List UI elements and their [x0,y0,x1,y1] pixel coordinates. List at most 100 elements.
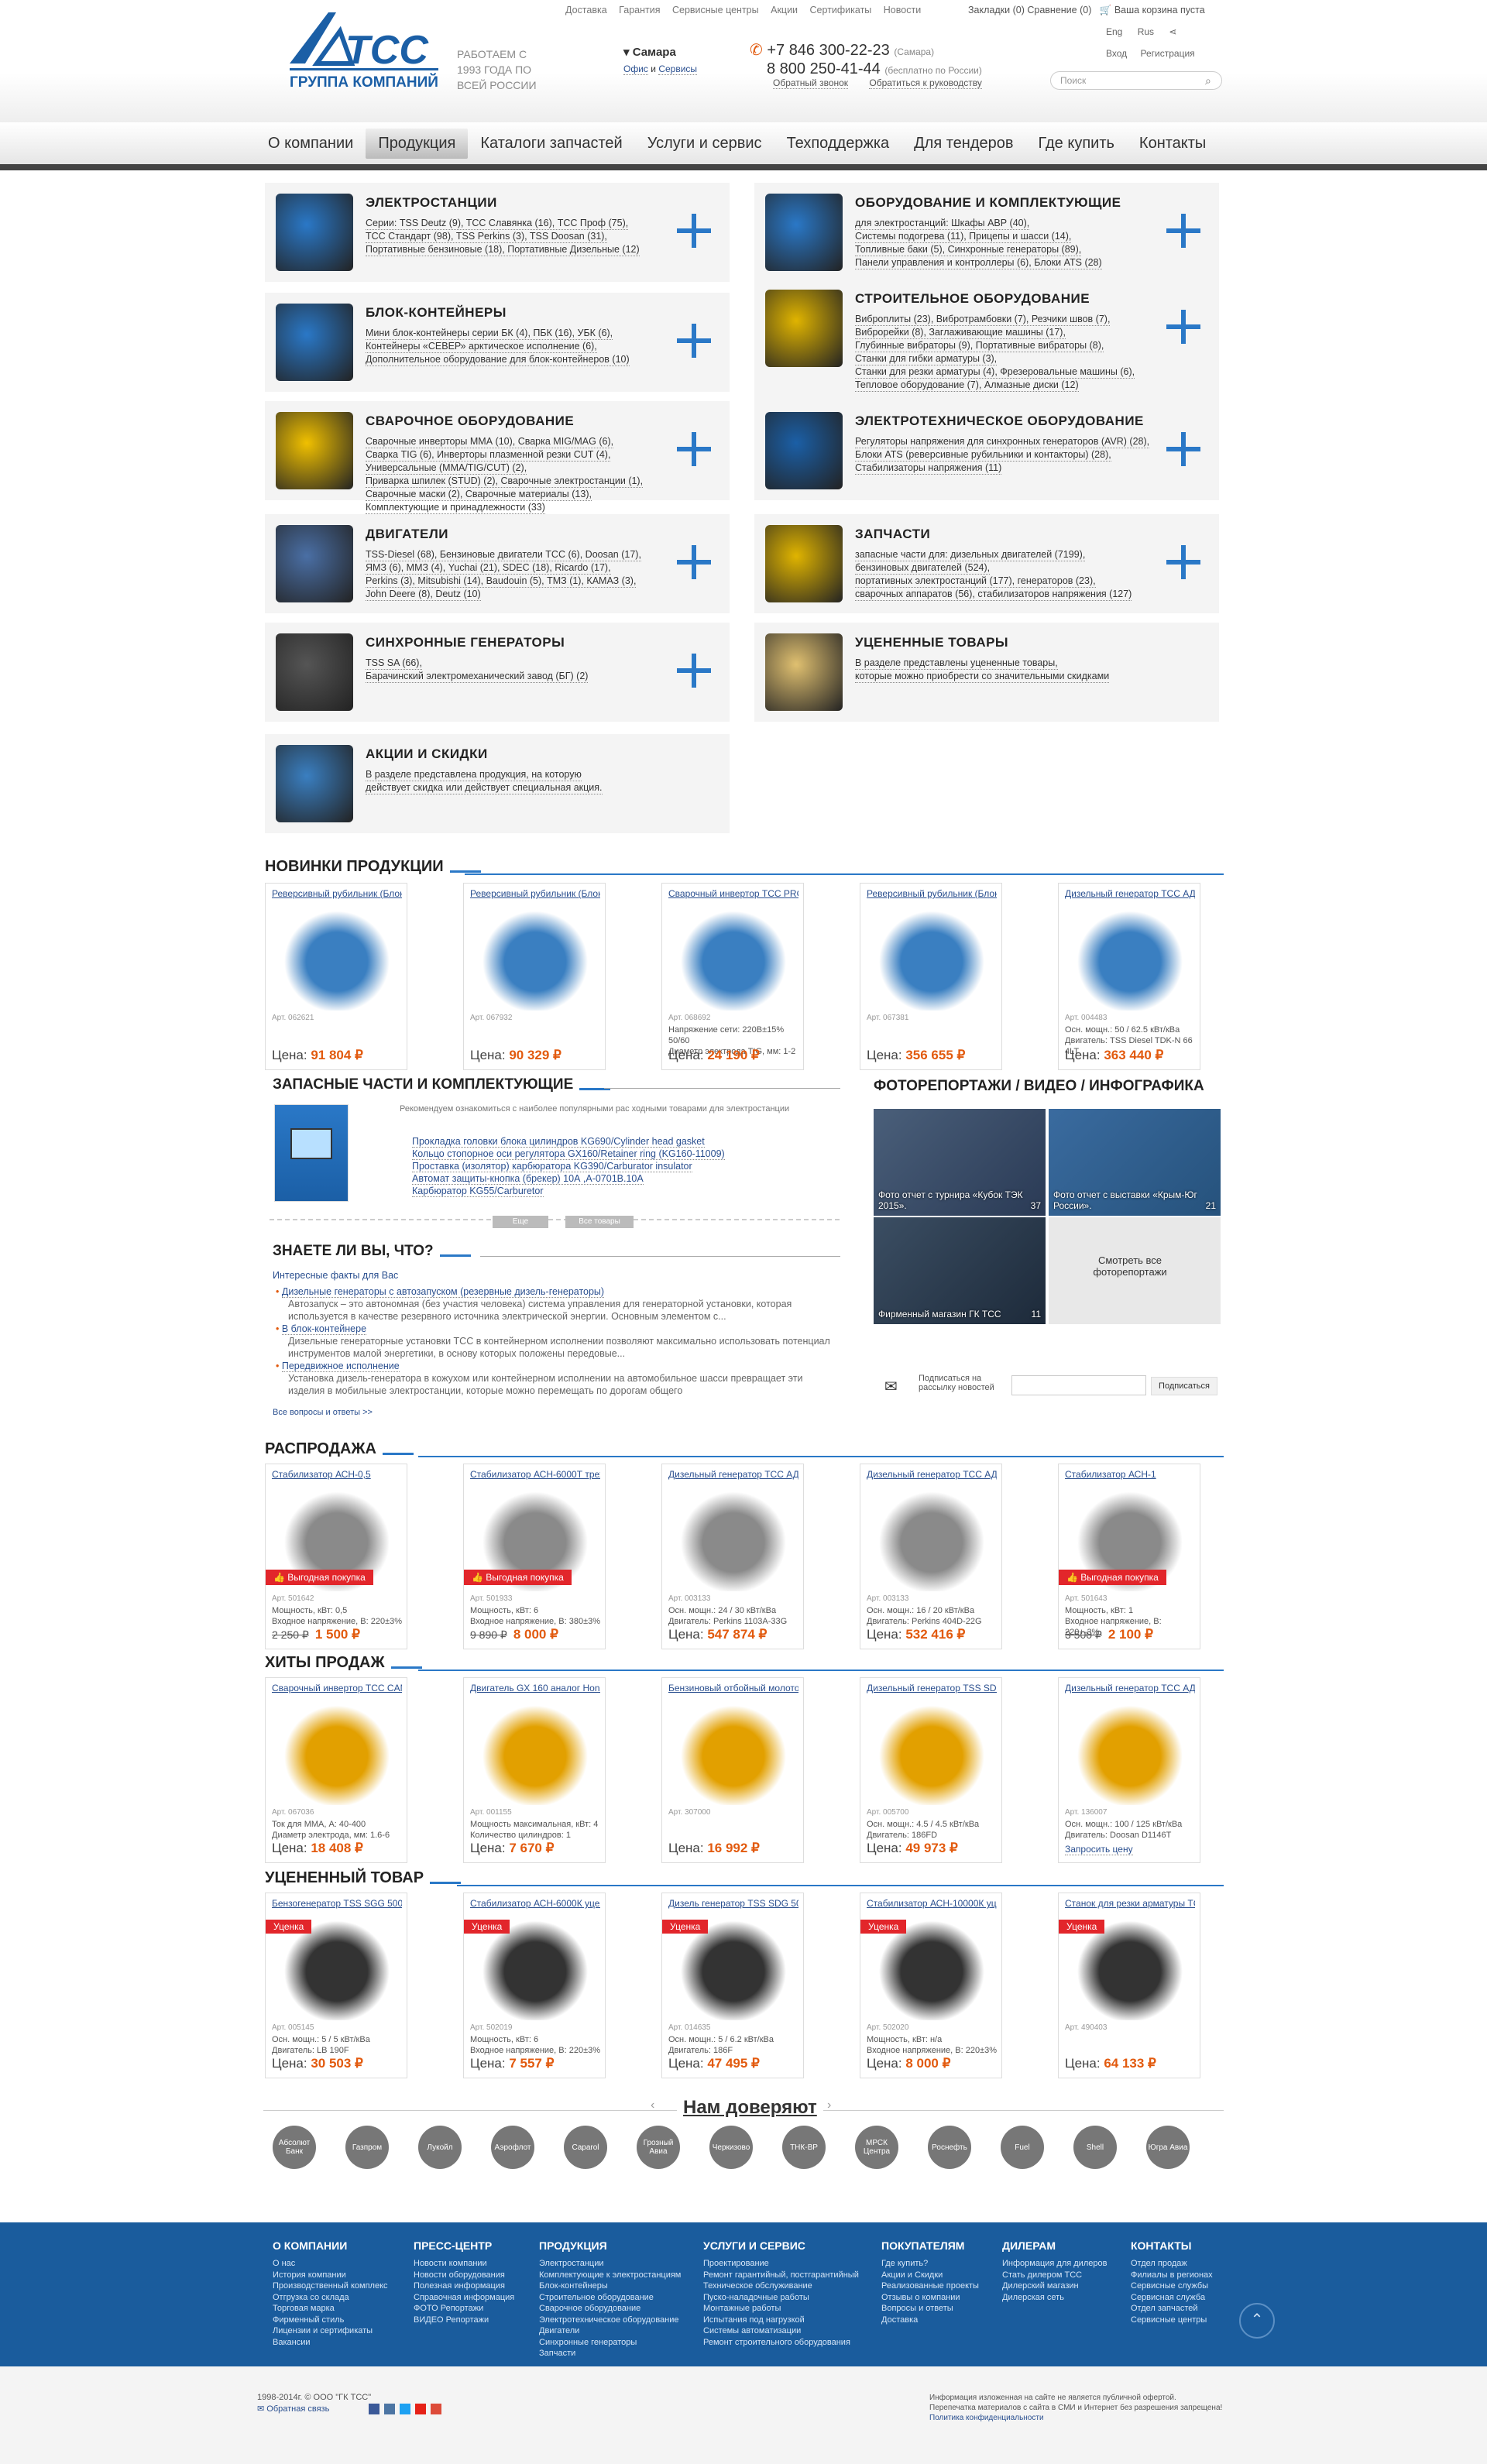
services-link[interactable]: Сервисы [658,63,698,75]
menu-parts-catalogs[interactable]: Каталоги запчастей [468,129,634,159]
cart-icon[interactable]: 🛒 [1100,5,1112,15]
category-link[interactable]: которые можно приобрести со значительным… [855,670,1110,683]
category-card[interactable]: Запчасти запасные части для: дизельных дв… [754,514,1219,613]
footer-link[interactable]: Стать дилером ТСС [1002,2270,1107,2281]
product-card[interactable]: Реверсивный рубильник (Блок АТ... Арт. 06… [265,883,407,1070]
product-image[interactable] [473,902,597,1011]
footer-link[interactable]: Сервисная служба [1131,2292,1213,2304]
product-card[interactable]: Реверсивный рубильник (Блок АТ... Арт. 06… [463,883,606,1070]
phone-2[interactable]: 8 800 250-41-44 [767,60,881,77]
partner-logo[interactable]: Югра Авиа [1146,2126,1190,2169]
footer-link[interactable]: Техническое обслуживание [703,2280,859,2292]
category-image[interactable] [276,304,353,381]
product-card[interactable]: Сварочный инвертор ТСС PRO Арт. 068692 Нап… [661,883,804,1070]
category-image[interactable] [765,194,843,271]
category-title[interactable]: Электростанции [366,195,497,211]
category-image[interactable] [765,290,843,367]
footer-link[interactable]: Двигатели [539,2325,681,2337]
product-card[interactable]: Двигатель GX 160 аналог Honda... Арт. 001… [463,1677,606,1863]
category-card[interactable]: Двигатели TSS-Diesel (68), Бензиновые дви… [265,514,730,613]
product-card[interactable]: Станок для резки арматуры ТСС-... Уценка А… [1058,1893,1200,2078]
category-link[interactable]: Виброплиты (23), Вибротрамбовки (7), Рез… [855,313,1111,326]
spare-link[interactable]: Кольцо стопорное оси регулятора GX160/Re… [412,1148,725,1160]
category-link[interactable]: Универсальные (MMA/TIG/CUT) (2), [366,462,527,475]
trust-prev-icon[interactable]: ‹ [651,2099,654,2112]
menu-support[interactable]: Техподдержка [774,129,902,159]
category-link[interactable]: Мини блок-контейнеры серии БК (4), ПБК (… [366,327,613,340]
product-card[interactable]: Стабилизатор АСН-6000Т трехфа... 👍 Выгодн… [463,1464,606,1649]
topnav-news[interactable]: Новости [884,5,921,15]
category-image[interactable] [276,745,353,822]
category-link[interactable]: Станки для гибки арматуры (3), [855,352,998,365]
footer-link[interactable]: Акции и Скидки [881,2270,979,2281]
cart-link[interactable]: Ваша корзина пуста [1114,5,1205,15]
company-logo[interactable]: ТСС ГРУППА КОМПАНИЙ [282,9,445,94]
category-title[interactable]: Оборудование и комплектующие [855,195,1121,211]
footer-link[interactable]: Вакансии [273,2337,388,2349]
footer-link[interactable]: Дилерский магазин [1002,2280,1107,2292]
footer-link[interactable]: Сварочное оборудование [539,2303,681,2315]
management-link[interactable]: Обратиться к руководству [869,77,982,89]
category-card[interactable]: Сварочное оборудование Сварочные инвертор… [265,401,730,514]
login-link[interactable]: Вход [1106,48,1127,59]
office-link[interactable]: Офис [623,63,648,75]
compare-link[interactable]: Сравнение (0) [1027,5,1091,15]
menu-contacts[interactable]: Контакты [1127,129,1218,159]
category-link[interactable]: Сварочные маски (2), Сварочные материалы… [366,488,592,501]
partner-logo[interactable]: Грозный Авиа [637,2126,680,2169]
footer-link[interactable]: Запчасти [539,2348,681,2359]
footer-link[interactable]: Сервисные службы [1131,2280,1213,2292]
footer-link[interactable]: Где купить? [881,2258,979,2270]
category-link[interactable]: Сварка TIG (6), Инверторы плазменной рез… [366,448,611,462]
footer-link[interactable]: Филиалы в регионах [1131,2270,1213,2281]
product-name-link[interactable]: Дизельный генератор TSS SDG 4500E... [867,1683,997,1694]
scroll-top-icon[interactable]: ⌃ [1239,2303,1275,2339]
search-icon[interactable]: ⌕ [1205,74,1211,88]
product-image[interactable] [275,902,399,1011]
partner-logo[interactable]: Caparol [564,2126,607,2169]
footer-link[interactable]: Пуско-наладочные работы [703,2292,859,2304]
footer-link[interactable]: Полезная информация [414,2280,514,2292]
product-name-link[interactable]: Реверсивный рубильник (Блок АТ... [867,888,997,899]
product-card[interactable]: Стабилизатор АСН-0,5 👍 Выгодная покупка Ар… [265,1464,407,1649]
category-link[interactable]: Барачинский электромеханический завод (Б… [366,670,589,683]
footer-link[interactable]: Реализованные проекты [881,2280,979,2292]
partner-logo[interactable]: Газпром [345,2126,389,2169]
spare-link[interactable]: Карбюратор KG55/Carburetor [412,1186,544,1197]
menu-services[interactable]: Услуги и сервис [635,129,774,159]
footer-link[interactable]: Комплектующие к электростанциям [539,2270,681,2281]
topnav-delivery[interactable]: Доставка [565,5,607,15]
product-card[interactable]: Дизельный генератор TSS SDG 4500E... Арт.… [860,1677,1002,1863]
photo-report[interactable]: Фирменный магазин ГК ТСС 11 [874,1217,1046,1324]
category-link[interactable]: Комплектующие и принадлежности (33) [366,501,545,514]
product-name-link[interactable]: Сварочный инвертор ТСС PRO [668,888,798,899]
topnav-certificates[interactable]: Сертификаты [810,5,872,15]
category-link[interactable]: Perkins (3), Mitsubishi (14), Baudouin (… [366,575,637,588]
product-card[interactable]: Бензогенератор TSS SGG 5000 EH... Уценка А… [265,1893,407,2078]
category-image[interactable] [276,194,353,271]
partner-logo[interactable]: Роснефть [928,2126,971,2169]
category-title[interactable]: Сварочное оборудование [366,414,574,429]
partner-logo[interactable]: Shell [1073,2126,1117,2169]
footer-link[interactable]: О нас [273,2258,388,2270]
product-name-link[interactable]: Станок для резки арматуры ТСС-... [1065,1898,1195,1909]
facebook-icon[interactable] [369,2404,379,2414]
category-link[interactable]: Тепловое оборудование (7), Алмазные диск… [855,379,1079,392]
footer-heading[interactable]: О компании [273,2239,388,2252]
feedback-link[interactable]: ✉ Обратная связь [257,2404,329,2414]
category-link[interactable]: Портативные бензиновые (18), Портативные… [366,243,640,256]
category-link[interactable]: запасные части для: дизельных двигателей… [855,548,1086,561]
footer-link[interactable]: Торговая марка [273,2303,388,2315]
footer-link[interactable]: Электростанции [539,2258,681,2270]
topnav-service[interactable]: Сервисные центры [672,5,759,15]
product-image[interactable] [671,902,795,1011]
request-price-link[interactable]: Запросить цену [1065,1844,1133,1855]
product-image[interactable] [1068,1697,1192,1805]
fact-link[interactable]: В блок-контейнере [281,1323,367,1335]
expand-plus-icon[interactable] [677,432,711,466]
category-link[interactable]: В разделе представлена продукция, на кот… [366,768,582,781]
product-card[interactable]: Дизельный генератор ТСС АД-24С... Арт. 00… [661,1464,804,1649]
category-link[interactable]: бензиновых двигателей (524), [855,561,991,575]
youtube-icon[interactable] [415,2404,426,2414]
fact-link[interactable]: Передвижное исполнение [281,1361,400,1372]
